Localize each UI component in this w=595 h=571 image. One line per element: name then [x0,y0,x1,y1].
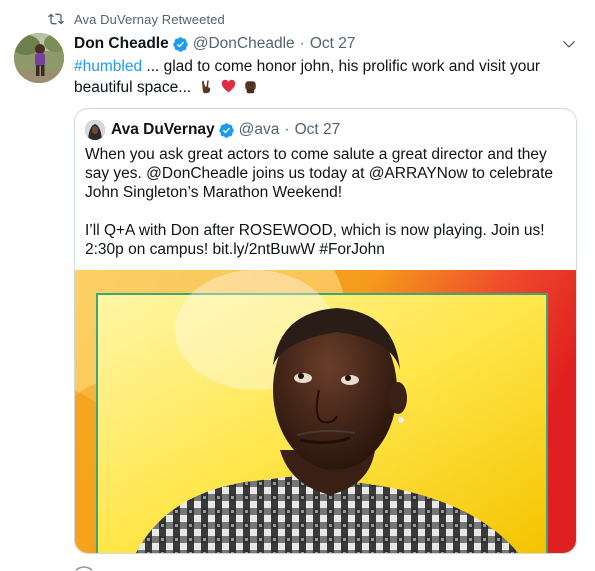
tweet-text: #humbled ... glad to come honor john, hi… [74,56,574,98]
quoted-tweet-date: Oct 27 [294,121,341,138]
retweet-icon [48,13,64,25]
avatar-ava-photo [85,120,105,140]
quoted-tweet-photo[interactable] [75,270,576,553]
hashtag-link[interactable]: #humbled [74,58,142,75]
tweet-header: Don Cheadle @DonCheadle · Oct 27 [74,33,356,55]
tweet-body-text: ... glad to come honor john, his prolifi… [74,58,541,96]
photo-don-cheadle-portrait [75,270,576,553]
quoted-author-handle: @ava [238,121,280,138]
author-display-name[interactable]: Don Cheadle [74,35,169,53]
quoted-author-display-name: Ava DuVernay [111,121,215,138]
verified-badge-icon [218,122,234,138]
author-avatar[interactable] [14,33,64,83]
tweet[interactable]: Ava DuVernay Retweeted Don Cheadle @DonC… [0,0,595,571]
red-heart-emoji [221,79,236,93]
author-handle[interactable]: @DonCheadle [193,35,295,53]
raised-fist-emoji [245,81,256,94]
quoted-header-separator: · [284,121,290,138]
retweet-context: Ava DuVernay Retweeted [48,10,225,28]
quoted-tweet-text: When you ask great actors to come salute… [85,146,553,258]
tweet-date[interactable]: Oct 27 [310,35,356,53]
verified-badge-icon [172,36,188,52]
retweet-label[interactable]: Ava DuVernay Retweeted [74,12,225,27]
victory-hand-emoji [201,80,210,94]
chevron-down-icon[interactable] [562,37,576,51]
avatar-child-photo [14,33,64,83]
quoted-author-avatar [85,120,105,140]
quoted-tweet[interactable]: Ava DuVernay @ava · Oct 27 When you ask … [74,108,577,554]
reply-icon[interactable] [74,564,94,571]
header-separator: · [299,35,305,52]
quoted-tweet-header: Ava DuVernay @ava · Oct 27 [85,119,340,141]
